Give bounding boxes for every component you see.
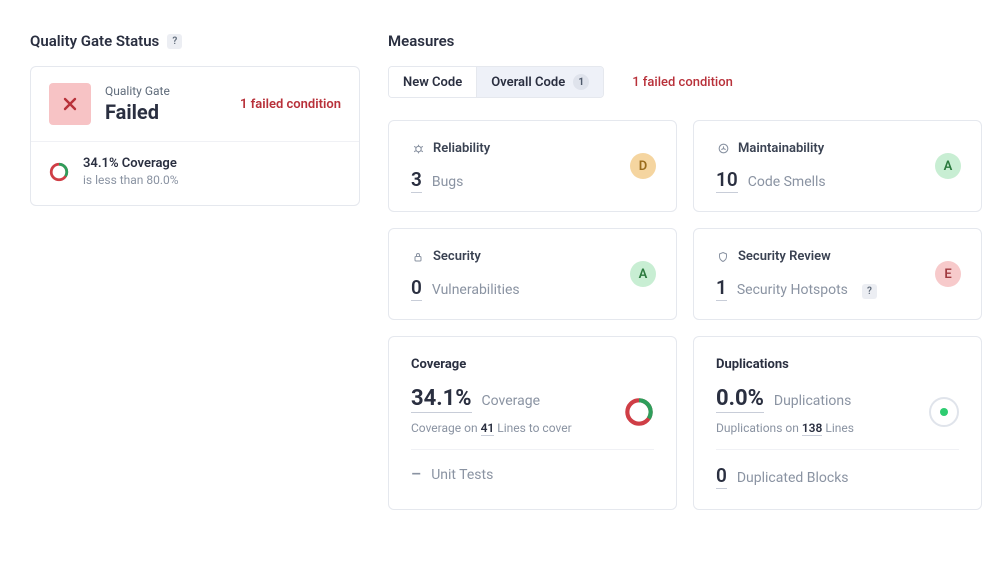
security-review-card: Security Review 1 Security Hotspots ? E xyxy=(693,228,982,320)
shield-icon xyxy=(716,250,730,264)
duplicated-blocks-label: Duplicated Blocks xyxy=(737,470,849,486)
security-review-rating[interactable]: E xyxy=(935,261,961,287)
condition-title: 34.1% Coverage xyxy=(83,156,179,171)
duplications-lines-link[interactable]: 138 xyxy=(802,421,823,436)
divider xyxy=(411,449,654,450)
duplications-sub-suffix: Lines xyxy=(822,421,854,435)
divider xyxy=(716,449,959,450)
failed-icon xyxy=(49,83,91,125)
reliability-label: Bugs xyxy=(432,174,464,190)
quality-gate-condition-row[interactable]: 34.1% Coverage is less than 80.0% xyxy=(31,141,359,205)
maintainability-card: Maintainability 10 Code Smells A xyxy=(693,120,982,212)
duplications-title: Duplications xyxy=(716,357,959,372)
security-review-label: Security Hotspots xyxy=(737,282,848,298)
tab-overall-code[interactable]: Overall Code 1 xyxy=(476,67,603,97)
help-icon[interactable]: ? xyxy=(167,34,182,49)
measures-tab-group: New Code Overall Code 1 xyxy=(388,66,604,98)
duplications-donut-icon xyxy=(929,397,959,427)
coverage-donut-icon xyxy=(624,397,654,427)
security-title: Security xyxy=(433,249,481,264)
measures-title-text: Measures xyxy=(388,32,454,50)
duplications-subline: Duplications on 138 Lines xyxy=(716,421,959,435)
security-review-value[interactable]: 1 xyxy=(716,276,727,301)
security-value[interactable]: 0 xyxy=(411,276,422,301)
duplications-sub-prefix: Duplications on xyxy=(716,421,802,435)
quality-gate-section-title: Quality Gate Status ? xyxy=(30,32,360,50)
coverage-title: Coverage xyxy=(411,357,654,372)
quality-gate-title-text: Quality Gate Status xyxy=(30,32,159,50)
quality-gate-status: Failed xyxy=(105,100,226,124)
duplications-value[interactable]: 0.0% xyxy=(716,386,764,413)
coverage-card: Coverage 34.1% Coverage Coverage on 41 L… xyxy=(388,336,677,510)
maintainability-rating[interactable]: A xyxy=(935,153,961,179)
lock-icon xyxy=(411,250,425,264)
maintainability-title: Maintainability xyxy=(738,141,824,156)
quality-gate-card: Quality Gate Failed 1 failed condition 3… xyxy=(30,66,360,206)
coverage-lines-link[interactable]: 41 xyxy=(481,421,495,436)
maintainability-value[interactable]: 10 xyxy=(716,168,738,193)
tab-overall-badge: 1 xyxy=(573,74,589,90)
coverage-label: Coverage xyxy=(482,393,540,409)
coverage-subline: Coverage on 41 Lines to cover xyxy=(411,421,654,435)
reliability-value[interactable]: 3 xyxy=(411,168,422,193)
reliability-title: Reliability xyxy=(433,141,490,156)
security-card: Security 0 Vulnerabilities A xyxy=(388,228,677,320)
duplications-card: Duplications 0.0% Duplications Duplicati… xyxy=(693,336,982,510)
duplications-label: Duplications xyxy=(774,393,851,409)
quality-gate-failed-link[interactable]: 1 failed condition xyxy=(240,97,341,112)
bug-icon xyxy=(411,142,425,156)
dash-icon: – xyxy=(411,464,421,483)
tab-overall-code-label: Overall Code xyxy=(491,75,565,90)
reliability-rating[interactable]: D xyxy=(630,153,656,179)
tab-new-code-label: New Code xyxy=(403,75,462,90)
security-label: Vulnerabilities xyxy=(432,282,520,298)
condition-subtitle: is less than 80.0% xyxy=(83,173,179,187)
quality-gate-label: Quality Gate xyxy=(105,84,226,98)
maintainability-label: Code Smells xyxy=(748,174,826,190)
measures-failed-link[interactable]: 1 failed condition xyxy=(632,75,733,90)
code-smell-icon xyxy=(716,142,730,156)
coverage-value[interactable]: 34.1% xyxy=(411,386,472,413)
measures-tab-row: New Code Overall Code 1 1 failed conditi… xyxy=(388,66,982,98)
quality-gate-summary: Quality Gate Failed 1 failed condition xyxy=(31,67,359,141)
measures-section-title: Measures xyxy=(388,32,982,50)
coverage-sub-prefix: Coverage on xyxy=(411,421,481,435)
tab-new-code[interactable]: New Code xyxy=(389,67,476,97)
help-icon[interactable]: ? xyxy=(862,284,877,299)
security-review-title: Security Review xyxy=(738,249,831,264)
coverage-sub-suffix: Lines to cover xyxy=(494,421,571,435)
reliability-card: Reliability 3 Bugs D xyxy=(388,120,677,212)
coverage-donut-icon xyxy=(49,162,69,182)
duplicated-blocks-value[interactable]: 0 xyxy=(716,464,727,489)
unit-tests-label: Unit Tests xyxy=(431,467,493,483)
security-rating[interactable]: A xyxy=(630,261,656,287)
